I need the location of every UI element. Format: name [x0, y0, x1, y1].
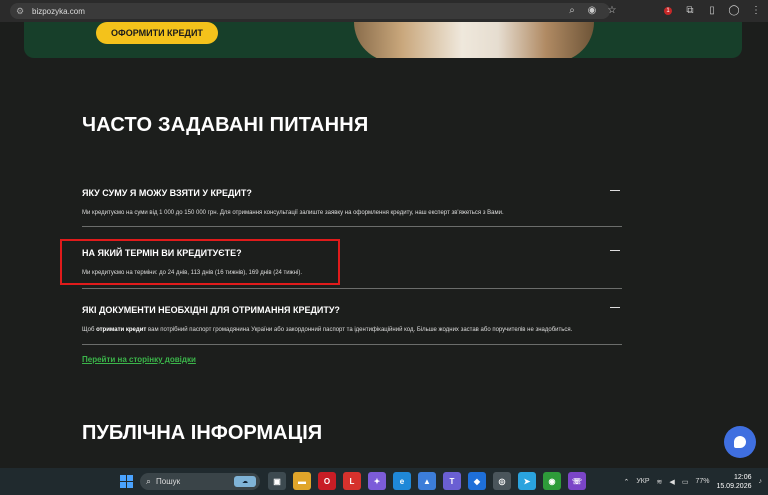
extension-badge: 1 — [664, 7, 672, 15]
taskbar-search[interactable]: ⌕ Пошук ☁ — [140, 473, 260, 490]
bookmark-star-icon[interactable]: ☆ — [606, 5, 618, 17]
volume-icon[interactable]: ◀ — [669, 478, 674, 486]
web-page: ОФОРМИТИ КРЕДИТ ЧАСТО ЗАДАВАНІ ПИТАННЯ Я… — [0, 22, 768, 468]
weather-widget-icon[interactable]: ☁ — [234, 476, 256, 487]
wifi-icon[interactable]: ≋ — [657, 478, 663, 486]
sidebar-icon[interactable]: ▯ — [706, 5, 718, 17]
telegram-icon[interactable]: ➤ — [518, 472, 536, 490]
chrome-icon[interactable]: ◎ — [493, 472, 511, 490]
language-indicator[interactable]: УКР — [636, 478, 649, 485]
viber-icon[interactable]: ☏ — [568, 472, 586, 490]
search-icon: ⌕ — [146, 476, 152, 486]
faq-question[interactable]: ЯКУ СУМУ Я МОЖУ ВЗЯТИ У КРЕДИТ? — [82, 188, 622, 198]
faq-answer: Щоб отримати кредит вам потрібний паспор… — [82, 327, 622, 333]
clock-date: 15.09.2026 — [716, 482, 752, 490]
notifications-icon[interactable]: ♪ — [759, 478, 763, 485]
taskbar-apps: ▣ ▬ O L ✦ e ▲ T ◆ ◎ ➤ ◉ ☏ — [268, 472, 586, 490]
task-view-icon[interactable]: ▣ — [268, 472, 286, 490]
clock-time: 12:06 — [733, 473, 752, 481]
apply-credit-button[interactable]: ОФОРМИТИ КРЕДИТ — [96, 22, 218, 44]
dropbox-icon[interactable]: ◆ — [468, 472, 486, 490]
taskbar-search-label: Пошук — [156, 477, 181, 486]
chat-button[interactable] — [724, 426, 756, 458]
faq-divider — [82, 288, 622, 289]
opera-icon[interactable]: O — [318, 472, 336, 490]
menu-kebab-icon[interactable]: ⋮ — [750, 5, 762, 17]
faq-item[interactable]: ЯКІ ДОКУМЕНТИ НЕОБХІДНІ ДЛЯ ОТРИМАННЯ КР… — [82, 305, 622, 345]
copilot-icon[interactable]: ✦ — [368, 472, 386, 490]
faq-answer-bold: отримати кредит — [96, 327, 147, 333]
eye-off-icon[interactable]: ◉ — [586, 5, 598, 17]
faq-divider — [82, 344, 622, 345]
collapse-icon[interactable] — [610, 307, 620, 308]
collapse-icon[interactable] — [610, 250, 620, 251]
collapse-icon[interactable] — [610, 190, 620, 191]
faq-item[interactable]: ЯКУ СУМУ Я МОЖУ ВЗЯТИ У КРЕДИТ? Ми креди… — [82, 188, 622, 227]
faq-answer-text: вам потрібний паспорт громадянина Україн… — [146, 327, 573, 333]
system-tray: ⌃ УКР ≋ ◀ ▭ 77% 12:06 15.09.2026 ♪ — [623, 468, 768, 495]
browser-toolbar: ⚙ bizpozyka.com ⌕ ◉ ☆ 1 ⧉ ▯ ◯ ⋮ — [0, 0, 768, 22]
app-green-icon[interactable]: ◉ — [543, 472, 561, 490]
battery-percent: 77% — [695, 478, 710, 485]
profile-avatar-icon[interactable]: ◯ — [728, 5, 740, 17]
address-bar[interactable]: ⚙ bizpozyka.com — [10, 3, 610, 19]
extensions-puzzle-icon[interactable]: ⧉ — [684, 5, 696, 17]
hero-person-image — [354, 22, 594, 58]
tray-overflow-icon[interactable]: ⌃ — [623, 478, 629, 486]
faq-title: ЧАСТО ЗАДАВАНІ ПИТАННЯ — [82, 114, 369, 136]
battery-icon[interactable]: ▭ — [682, 478, 689, 486]
address-url[interactable]: bizpozyka.com — [32, 7, 85, 16]
faq-answer-text: Щоб — [82, 327, 97, 333]
app-l-icon[interactable]: L — [343, 472, 361, 490]
site-info-icon[interactable]: ⚙ — [14, 5, 26, 17]
windows-start-icon[interactable] — [120, 475, 133, 488]
highlight-box — [60, 239, 340, 285]
teams-icon[interactable]: T — [443, 472, 461, 490]
extension-adblock-icon[interactable]: 1 — [662, 5, 674, 17]
edge-icon[interactable]: e — [393, 472, 411, 490]
help-page-link[interactable]: Перейти на сторінку довідки — [82, 355, 196, 364]
zoom-icon[interactable]: ⌕ — [566, 5, 578, 17]
hero-banner: ОФОРМИТИ КРЕДИТ — [24, 22, 742, 58]
faq-answer: Ми кредитуємо на суми від 1 000 до 150 0… — [82, 210, 504, 216]
faq-divider — [82, 226, 622, 227]
photos-icon[interactable]: ▲ — [418, 472, 436, 490]
faq-question[interactable]: ЯКІ ДОКУМЕНТИ НЕОБХІДНІ ДЛЯ ОТРИМАННЯ КР… — [82, 305, 622, 315]
file-explorer-icon[interactable]: ▬ — [293, 472, 311, 490]
windows-taskbar: ⌕ Пошук ☁ ▣ ▬ O L ✦ e ▲ T ◆ ◎ ➤ ◉ ☏ ⌃ УК… — [0, 468, 768, 495]
public-info-title: ПУБЛІЧНА ІНФОРМАЦІЯ — [82, 422, 323, 444]
chat-bubble-icon — [734, 436, 746, 448]
clock[interactable]: 12:06 15.09.2026 — [716, 473, 751, 491]
